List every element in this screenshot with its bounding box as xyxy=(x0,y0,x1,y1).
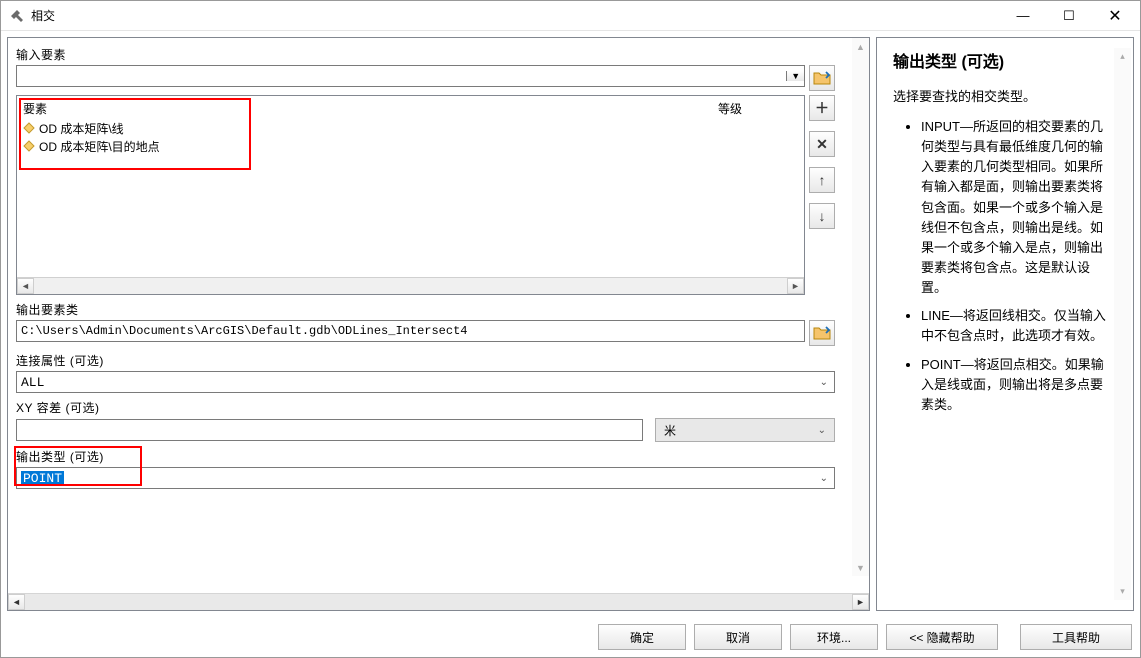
help-item: LINE—将返回线相交。仅当输入中不包含点时，此选项才有效。 xyxy=(921,306,1108,346)
plus-icon: ＋ xyxy=(815,98,829,118)
chevron-down-icon: ⌄ xyxy=(818,425,826,436)
browse-input-button[interactable] xyxy=(809,65,835,91)
join-attr-value: ALL xyxy=(21,375,44,390)
help-list: INPUT—所返回的相交要素的几何类型与具有最低维度几何的输入要素的几何类型相同… xyxy=(893,117,1108,415)
input-features-combo[interactable]: ▼ xyxy=(16,65,805,87)
help-inner: 输出类型 (可选) 选择要查找的相交类型。 INPUT—所返回的相交要素的几何类… xyxy=(893,48,1114,600)
cancel-button[interactable]: 取消 xyxy=(694,624,782,650)
help-desc: 选择要查找的相交类型。 xyxy=(893,86,1108,105)
list-item[interactable]: OD 成本矩阵\目的地点 xyxy=(23,137,798,155)
output-type-block: 输出类型 (可选) POINT ⌄ xyxy=(16,448,835,489)
form-content: 输入要素 ▼ 要素 xyxy=(8,38,869,593)
form-vscroll[interactable]: ▲ ▼ xyxy=(852,38,869,576)
feature-list-header: 要素 等级 xyxy=(17,96,804,119)
scroll-down-icon[interactable]: ▾ xyxy=(1114,583,1131,600)
list-item-label: OD 成本矩阵\线 xyxy=(39,120,124,137)
dropdown-arrow-icon[interactable]: ▼ xyxy=(786,71,804,81)
help-item: INPUT—所返回的相交要素的几何类型与具有最低维度几何的输入要素的几何类型相同… xyxy=(921,117,1108,298)
xy-tol-field[interactable] xyxy=(16,419,643,441)
browse-output-button[interactable] xyxy=(809,320,835,346)
feature-items: OD 成本矩阵\线 OD 成本矩阵\目的地点 xyxy=(17,119,804,277)
add-button[interactable]: ＋ xyxy=(809,95,835,121)
remove-button[interactable]: ✕ xyxy=(809,131,835,157)
scroll-right-icon[interactable]: ► xyxy=(852,594,869,610)
feature-block: 要素 等级 OD 成本矩阵\线 OD 成本矩阵\目的地点 xyxy=(16,95,835,295)
window-title: 相交 xyxy=(31,7,1000,24)
scroll-track[interactable] xyxy=(34,278,787,294)
layer-icon xyxy=(23,140,35,152)
minimize-button[interactable]: — xyxy=(1000,1,1046,31)
arrow-down-icon: ↓ xyxy=(819,208,826,224)
header-rank: 等级 xyxy=(718,100,798,117)
scroll-track[interactable] xyxy=(852,55,869,559)
form-pane: 输入要素 ▼ 要素 xyxy=(7,37,870,611)
maximize-button[interactable]: ☐ xyxy=(1046,1,1092,31)
output-fc-field[interactable] xyxy=(16,320,805,342)
feature-list[interactable]: 要素 等级 OD 成本矩阵\线 OD 成本矩阵\目的地点 xyxy=(16,95,805,295)
arrow-up-icon: ↑ xyxy=(819,172,826,188)
list-item-label: OD 成本矩阵\目的地点 xyxy=(39,138,160,155)
scroll-down-icon[interactable]: ▼ xyxy=(852,559,869,576)
dialog-window: 相交 — ☐ ✕ 输入要素 ▼ xyxy=(0,0,1141,658)
output-type-label: 输出类型 (可选) xyxy=(16,448,835,465)
output-type-value: POINT xyxy=(21,471,64,486)
form-hscroll[interactable]: ◄ ► xyxy=(8,593,869,610)
xy-tol-row: 米 ⌄ xyxy=(16,418,835,442)
chevron-down-icon: ⌄ xyxy=(820,377,828,388)
join-attr-label: 连接属性 (可选) xyxy=(16,352,835,369)
feature-list-hscroll[interactable]: ◄ ► xyxy=(17,277,804,294)
input-features-field[interactable] xyxy=(17,66,786,86)
environments-button[interactable]: 环境... xyxy=(790,624,878,650)
xy-tol-label: XY 容差 (可选) xyxy=(16,399,835,416)
join-attr-select[interactable]: ALL ⌄ xyxy=(16,371,835,393)
scroll-track[interactable] xyxy=(25,594,852,610)
scroll-right-icon[interactable]: ► xyxy=(787,278,804,294)
list-tools: ＋ ✕ ↑ ↓ xyxy=(809,95,835,295)
list-item[interactable]: OD 成本矩阵\线 xyxy=(23,119,798,137)
hammer-icon xyxy=(9,8,25,24)
tool-help-button[interactable]: 工具帮助 xyxy=(1020,624,1132,650)
move-up-button[interactable]: ↑ xyxy=(809,167,835,193)
header-feature: 要素 xyxy=(23,100,718,117)
input-features-row: ▼ xyxy=(16,65,835,91)
scroll-up-icon[interactable]: ▴ xyxy=(1114,48,1131,65)
form-area: 输入要素 ▼ 要素 xyxy=(8,38,869,593)
ok-button[interactable]: 确定 xyxy=(598,624,686,650)
help-vscroll[interactable]: ▴ ▾ xyxy=(1114,48,1131,600)
help-title: 输出类型 (可选) xyxy=(893,48,1108,72)
titlebar: 相交 — ☐ ✕ xyxy=(1,1,1140,31)
help-content: 输出类型 (可选) 选择要查找的相交类型。 INPUT—所返回的相交要素的几何类… xyxy=(877,38,1133,610)
scroll-track[interactable] xyxy=(1114,65,1131,583)
dialog-footer: 确定 取消 环境... << 隐藏帮助 工具帮助 xyxy=(1,617,1140,657)
scroll-left-icon[interactable]: ◄ xyxy=(17,278,34,294)
layer-icon xyxy=(23,122,35,134)
close-button[interactable]: ✕ xyxy=(1092,1,1138,31)
output-fc-label: 输出要素类 xyxy=(16,301,835,318)
hide-help-button[interactable]: << 隐藏帮助 xyxy=(886,624,998,650)
help-item: POINT—将返回点相交。如果输入是线或面，则输出将是多点要素类。 xyxy=(921,355,1108,415)
input-features-label: 输入要素 xyxy=(16,46,835,63)
x-icon: ✕ xyxy=(816,136,828,153)
scroll-up-icon[interactable]: ▲ xyxy=(852,38,869,55)
move-down-button[interactable]: ↓ xyxy=(809,203,835,229)
help-pane: 输出类型 (可选) 选择要查找的相交类型。 INPUT—所返回的相交要素的几何类… xyxy=(876,37,1134,611)
output-fc-row xyxy=(16,320,835,346)
dialog-body: 输入要素 ▼ 要素 xyxy=(1,31,1140,617)
xy-tol-unit-value: 米 xyxy=(664,422,676,439)
scroll-left-icon[interactable]: ◄ xyxy=(8,594,25,610)
output-type-select[interactable]: POINT ⌄ xyxy=(16,467,835,489)
xy-tol-unit-select[interactable]: 米 ⌄ xyxy=(655,418,835,442)
chevron-down-icon: ⌄ xyxy=(820,473,828,484)
